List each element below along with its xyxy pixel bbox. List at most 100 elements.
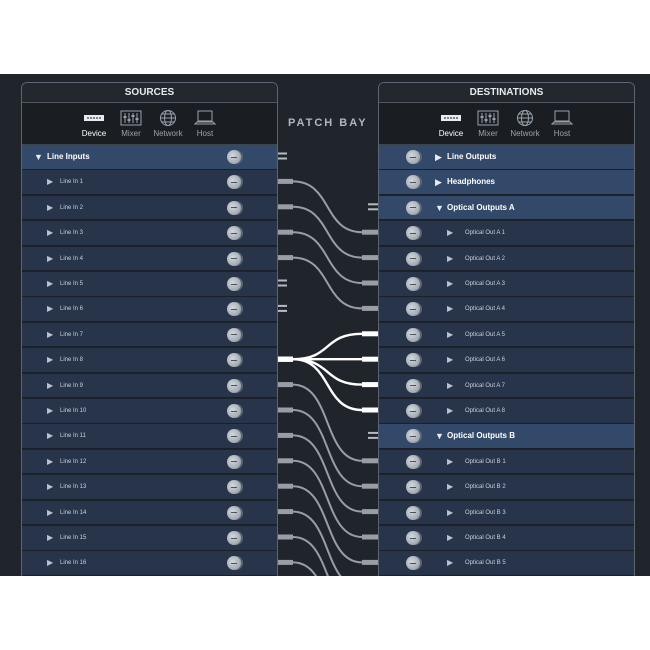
source-plug-icon[interactable] xyxy=(277,509,293,515)
disclosure-right-icon[interactable]: ▶ xyxy=(47,247,53,271)
patch-cable[interactable] xyxy=(292,180,363,234)
level-knob-icon[interactable] xyxy=(406,302,420,317)
disclosure-right-icon[interactable]: ▶ xyxy=(447,475,453,499)
source-row[interactable]: ▶ Line In 15 xyxy=(22,526,277,551)
source-row[interactable]: ▶ Line In 10 xyxy=(22,399,277,424)
destination-plug-icon[interactable] xyxy=(362,305,378,311)
sources-tab-network[interactable]: Network xyxy=(151,109,186,138)
destination-row[interactable]: ▶ Optical Out B 4 xyxy=(379,526,634,551)
destination-plug-icon[interactable] xyxy=(362,458,378,464)
disclosure-right-icon[interactable]: ▶ xyxy=(447,221,453,245)
destination-row[interactable]: ▶ Optical Out A 7 xyxy=(379,373,634,399)
destination-row[interactable]: ▶ Optical Out A 6 xyxy=(379,348,634,373)
destination-plug-icon[interactable] xyxy=(362,534,378,540)
source-plug-icon[interactable] xyxy=(277,178,293,184)
disclosure-right-icon[interactable]: ▶ xyxy=(447,247,453,271)
disclosure-down-icon[interactable]: ▼ xyxy=(435,424,444,448)
disclosure-right-icon[interactable]: ▶ xyxy=(47,399,53,423)
disclosure-right-icon[interactable]: ▶ xyxy=(435,145,442,169)
destination-plug-icon[interactable] xyxy=(362,483,378,489)
level-knob-icon[interactable] xyxy=(227,327,241,342)
source-plug-icon[interactable] xyxy=(277,356,293,362)
destination-plug-icon[interactable] xyxy=(362,356,378,362)
destinations-tab-mixer[interactable]: Mixer xyxy=(471,109,506,138)
level-knob-icon[interactable] xyxy=(227,175,241,190)
destination-plug-icon[interactable] xyxy=(362,407,378,413)
disclosure-right-icon[interactable]: ▶ xyxy=(435,170,442,194)
level-knob-icon[interactable] xyxy=(406,200,420,215)
disclosure-right-icon[interactable]: ▶ xyxy=(447,297,453,321)
level-knob-icon[interactable] xyxy=(227,378,241,393)
disclosure-right-icon[interactable]: ▶ xyxy=(47,526,53,550)
source-row[interactable]: ▶ Line In 8 xyxy=(22,348,277,373)
level-knob-icon[interactable] xyxy=(227,454,241,469)
destination-plug-icon[interactable] xyxy=(362,255,378,261)
destination-row[interactable]: ▶ Optical Out A 1 xyxy=(379,221,634,246)
destination-plug-icon[interactable] xyxy=(362,382,378,388)
disclosure-right-icon[interactable]: ▶ xyxy=(47,297,53,321)
jack-stub-icon[interactable] xyxy=(368,431,378,439)
destination-group-optical-outputs-a[interactable]: ▼ Optical Outputs A xyxy=(379,195,634,221)
level-knob-icon[interactable] xyxy=(406,480,420,495)
patch-cable[interactable] xyxy=(292,231,363,284)
source-row[interactable]: ▶ Line In 12 xyxy=(22,449,277,475)
level-knob-icon[interactable] xyxy=(406,277,420,291)
destinations-tab-host[interactable]: Host xyxy=(545,109,580,138)
destination-group-line-outputs[interactable]: ▶ Line Outputs xyxy=(379,145,634,170)
destination-row[interactable]: ▶ Optical Out A 3 xyxy=(379,272,634,297)
destinations-tab-network[interactable]: Network xyxy=(508,109,543,138)
disclosure-right-icon[interactable]: ▶ xyxy=(47,501,53,525)
jack-stub-icon[interactable] xyxy=(277,279,287,287)
disclosure-right-icon[interactable]: ▶ xyxy=(47,272,53,296)
jack-stub-icon[interactable] xyxy=(277,152,287,160)
destination-plug-icon[interactable] xyxy=(362,331,378,337)
source-group-line-inputs[interactable]: ▼ Line Inputs xyxy=(22,145,277,170)
disclosure-right-icon[interactable]: ▶ xyxy=(47,475,53,499)
source-row[interactable]: ▶ Line In 9 xyxy=(22,373,277,399)
level-knob-icon[interactable] xyxy=(406,505,420,520)
disclosure-right-icon[interactable]: ▶ xyxy=(47,348,53,372)
source-row[interactable]: ▶ Line In 11 xyxy=(22,424,277,449)
destination-plug-icon[interactable] xyxy=(362,559,378,565)
jack-stub-icon[interactable] xyxy=(368,203,378,211)
disclosure-right-icon[interactable]: ▶ xyxy=(447,348,453,372)
source-plug-icon[interactable] xyxy=(277,534,293,540)
disclosure-right-icon[interactable]: ▶ xyxy=(47,450,53,474)
level-knob-icon[interactable] xyxy=(406,251,420,266)
sources-tab-host[interactable]: Host xyxy=(188,109,223,138)
source-row[interactable]: ▶ Line In 16 xyxy=(22,551,277,576)
destination-group-headphones[interactable]: ▶ Headphones xyxy=(379,170,634,195)
disclosure-right-icon[interactable]: ▶ xyxy=(447,551,453,575)
patch-cable[interactable] xyxy=(292,256,363,310)
destination-row[interactable]: ▶ Optical Out B 5 xyxy=(379,551,634,576)
level-knob-icon[interactable] xyxy=(406,175,420,190)
level-knob-icon[interactable] xyxy=(227,404,241,418)
disclosure-right-icon[interactable]: ▶ xyxy=(47,196,53,220)
sources-tab-mixer[interactable]: Mixer xyxy=(114,109,149,138)
level-knob-icon[interactable] xyxy=(227,353,241,368)
level-knob-icon[interactable] xyxy=(406,429,420,444)
disclosure-right-icon[interactable]: ▶ xyxy=(47,323,53,347)
source-plug-icon[interactable] xyxy=(277,559,293,565)
level-knob-icon[interactable] xyxy=(406,353,420,368)
level-knob-icon[interactable] xyxy=(406,531,420,545)
disclosure-right-icon[interactable]: ▶ xyxy=(447,450,453,474)
level-knob-icon[interactable] xyxy=(227,429,241,444)
level-knob-icon[interactable] xyxy=(227,505,241,520)
disclosure-right-icon[interactable]: ▶ xyxy=(47,424,53,448)
level-knob-icon[interactable] xyxy=(406,454,420,469)
destination-plug-icon[interactable] xyxy=(362,509,378,515)
disclosure-right-icon[interactable]: ▶ xyxy=(447,323,453,347)
disclosure-right-icon[interactable]: ▶ xyxy=(47,221,53,245)
patch-cable[interactable] xyxy=(292,358,363,386)
destinations-tab-device[interactable]: Device xyxy=(434,109,469,138)
level-knob-icon[interactable] xyxy=(406,556,420,571)
destination-row[interactable]: ▶ Optical Out A 5 xyxy=(379,322,634,348)
jack-stub-icon[interactable] xyxy=(277,304,287,312)
destination-row[interactable]: ▶ Optical Out B 1 xyxy=(379,449,634,475)
source-plug-icon[interactable] xyxy=(277,458,293,464)
level-knob-icon[interactable] xyxy=(227,200,241,215)
disclosure-down-icon[interactable]: ▼ xyxy=(34,145,43,169)
level-knob-icon[interactable] xyxy=(227,556,241,571)
source-row[interactable]: ▶ Line In 7 xyxy=(22,322,277,348)
